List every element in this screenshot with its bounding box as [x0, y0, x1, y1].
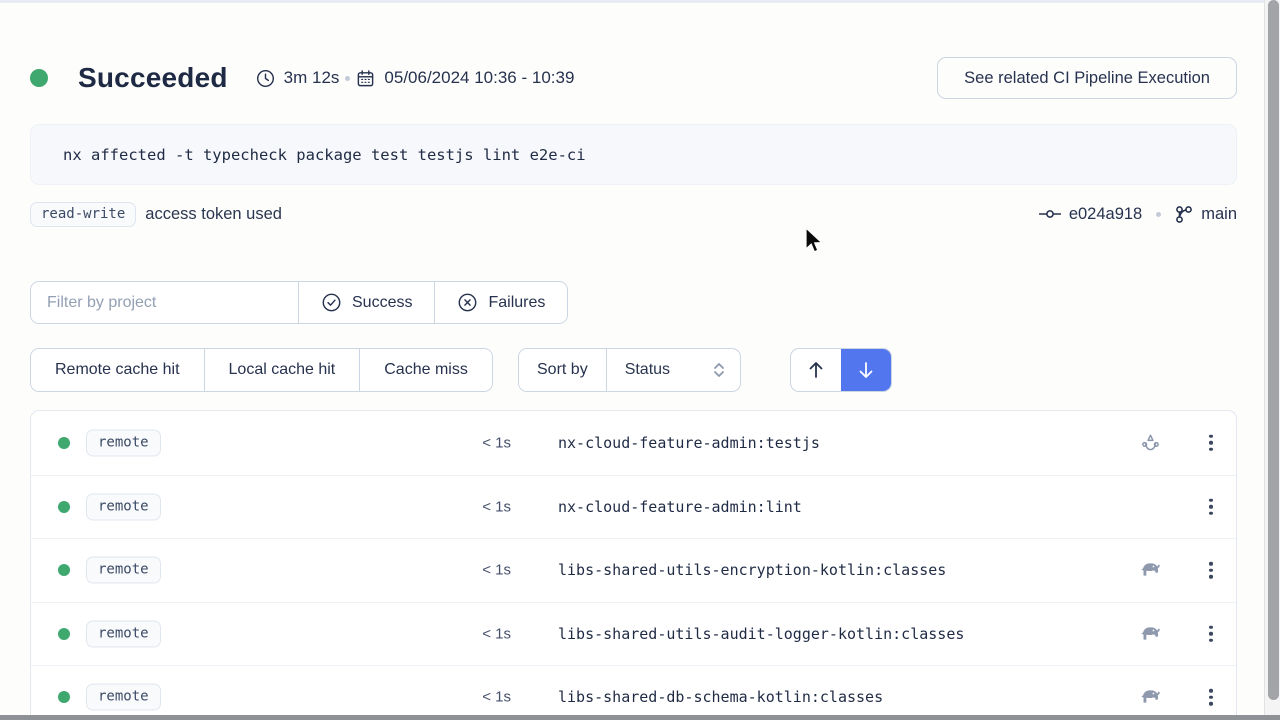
select-chevrons-icon [712, 361, 726, 379]
clock-icon [256, 69, 275, 88]
gradle-icon [1136, 625, 1164, 642]
date-meta: 05/06/2024 10:36 - 10:39 [356, 68, 574, 88]
task-name[interactable]: libs-shared-utils-encryption-kotlin:clas… [558, 561, 946, 579]
cache-source-badge: remote [86, 493, 161, 520]
status-dot [30, 69, 48, 87]
success-filter-label: Success [352, 294, 412, 312]
remote-cache-hit-button[interactable]: Remote cache hit [31, 349, 204, 391]
task-row[interactable]: remote < 1s libs-shared-db-schema-kotlin… [31, 665, 1236, 720]
task-menu-button[interactable] [1201, 622, 1221, 647]
see-related-pipeline-button[interactable]: See related CI Pipeline Execution [937, 57, 1237, 99]
scrollbar [1264, 0, 1280, 720]
task-status-dot [58, 564, 70, 576]
separator-dot [345, 76, 350, 81]
task-duration: < 1s [426, 562, 511, 579]
cache-source-badge: remote [86, 429, 161, 456]
task-status-dot [58, 437, 70, 449]
task-menu-button[interactable] [1201, 558, 1221, 583]
bottom-window-edge [0, 715, 1280, 720]
calendar-icon [356, 69, 375, 88]
local-cache-hit-button[interactable]: Local cache hit [204, 349, 360, 391]
task-name[interactable]: libs-shared-db-schema-kotlin:classes [558, 688, 883, 706]
run-details-page: Succeeded 3m 12s 05/06/2024 10:36 - 10:3… [30, 0, 1237, 720]
commit-icon [1039, 206, 1061, 222]
task-row[interactable]: remote < 1s nx-cloud-feature-admin:lint [31, 475, 1236, 539]
task-menu-button[interactable] [1201, 685, 1221, 710]
gradle-icon [1136, 562, 1164, 579]
command-text: nx affected -t typecheck package test te… [63, 146, 586, 164]
failures-filter-label: Failures [488, 294, 545, 312]
task-status-dot [58, 691, 70, 703]
cache-source-badge: remote [86, 620, 161, 647]
task-row[interactable]: remote < 1s libs-shared-utils-audit-logg… [31, 602, 1236, 666]
x-circle-icon [457, 292, 478, 313]
task-row[interactable]: remote < 1s libs-shared-utils-encryption… [31, 538, 1236, 602]
sort-group: Sort by Status [518, 348, 741, 392]
task-menu-button[interactable] [1201, 431, 1221, 456]
page-title: Succeeded [78, 62, 228, 94]
command-box: nx affected -t typecheck package test te… [30, 124, 1237, 185]
filter-bar: Success Failures [30, 281, 568, 324]
cache-filter-group: Remote cache hit Local cache hit Cache m… [30, 348, 493, 392]
scrollbar-thumb[interactable] [1268, 0, 1279, 700]
task-duration: < 1s [426, 689, 511, 706]
task-status-dot [58, 628, 70, 640]
task-name[interactable]: nx-cloud-feature-admin:testjs [558, 434, 820, 452]
sort-field-select[interactable]: Status [606, 349, 740, 391]
sort-direction-group [790, 348, 892, 392]
success-filter-button[interactable]: Success [298, 282, 434, 323]
task-menu-button[interactable] [1201, 495, 1221, 520]
sort-ascending-button[interactable] [791, 349, 841, 391]
token-row: read-write access token used e024a918 ma… [30, 199, 1237, 229]
date-range-text: 05/06/2024 10:36 - 10:39 [384, 68, 574, 88]
run-header: Succeeded 3m 12s 05/06/2024 10:36 - 10:3… [30, 56, 1237, 100]
token-scope-badge: read-write [30, 202, 136, 227]
sort-field-value: Status [625, 361, 670, 379]
task-duration: < 1s [426, 434, 511, 451]
task-status-dot [58, 501, 70, 513]
duration-meta: 3m 12s [256, 68, 340, 88]
vcs-info: e024a918 main [1039, 205, 1237, 224]
cache-source-badge: remote [86, 684, 161, 711]
arrow-down-icon [857, 360, 875, 380]
gradle-icon [1136, 689, 1164, 706]
duration-text: 3m 12s [284, 68, 340, 88]
task-name[interactable]: libs-shared-utils-audit-logger-kotlin:cl… [558, 625, 964, 643]
token-text: access token used [145, 205, 282, 224]
cache-source-badge: remote [86, 557, 161, 584]
filter-group: Success Failures [30, 281, 568, 324]
list-toolbar: Remote cache hit Local cache hit Cache m… [30, 348, 1237, 392]
failures-filter-button[interactable]: Failures [434, 282, 567, 323]
commit-sha[interactable]: e024a918 [1069, 205, 1142, 224]
jest-icon [1136, 432, 1164, 453]
sort-by-label: Sort by [519, 349, 606, 391]
sort-descending-button[interactable] [841, 349, 891, 391]
task-list: remote < 1s nx-cloud-feature-admin:testj… [30, 410, 1237, 720]
separator-dot [1156, 212, 1161, 217]
arrow-up-icon [807, 360, 825, 380]
branch-icon [1175, 205, 1193, 224]
filter-by-project-input[interactable] [31, 282, 298, 323]
check-circle-icon [321, 292, 342, 313]
branch-name[interactable]: main [1201, 205, 1237, 224]
task-duration: < 1s [426, 498, 511, 515]
task-name[interactable]: nx-cloud-feature-admin:lint [558, 498, 802, 516]
cache-miss-button[interactable]: Cache miss [359, 349, 492, 391]
task-duration: < 1s [426, 625, 511, 642]
task-row[interactable]: remote < 1s nx-cloud-feature-admin:testj… [31, 411, 1236, 475]
